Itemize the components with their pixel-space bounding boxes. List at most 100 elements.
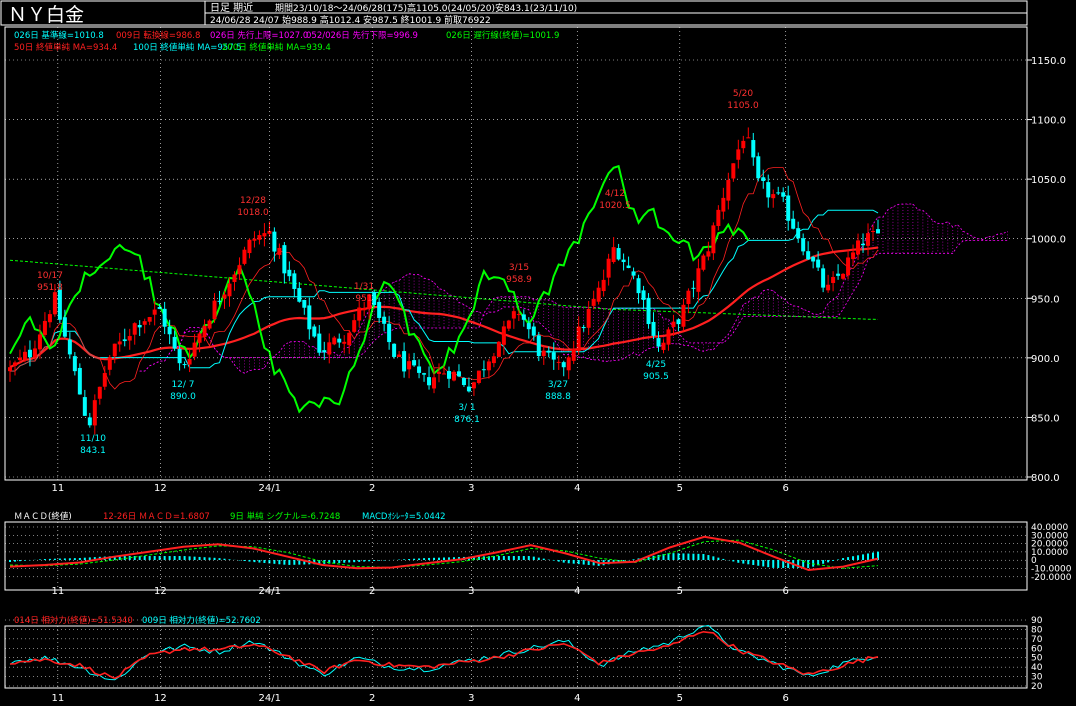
candle-body [551,352,556,360]
candle-body [541,350,546,357]
stats-line-1: 期間23/10/18～24/06/28(175)高1105.0(24/05/20… [275,2,577,14]
candle-body [511,311,516,319]
candle-body [646,297,651,325]
candle-body [866,233,871,246]
candle-body [481,369,486,371]
candle-body [142,321,147,325]
candle-body [172,336,177,349]
candle-body [147,317,152,322]
candle-body [62,317,67,337]
candle-body [456,371,461,377]
candle-body [606,258,611,278]
legend-item: 009日 転換線=986.8 [116,30,200,41]
extreme-date-label: 3/15 [509,263,529,273]
x-tick-label: 3 [468,483,474,494]
candle-body [531,326,536,336]
candle-body [731,163,736,179]
candle-body [446,371,451,379]
x-tick-label: 5 [677,586,683,597]
candle-body [387,323,392,343]
candle-body [52,292,57,315]
candle-body [307,305,312,330]
legend-item: 026日 先行上限=1027.0 [210,30,308,41]
candle-body [402,351,407,372]
rsi-legend-item: 009日 相対力(終値)=52.7602 [142,615,261,626]
candle-body [277,247,282,255]
candle-body [746,137,751,139]
rsi14-line [9,630,879,680]
candle-body [422,373,427,375]
candle-body [262,233,267,237]
candle-body [821,268,826,288]
candle-body [392,343,397,357]
candle-body [776,192,781,194]
candle-body [382,316,387,324]
x-tick-label: 6 [783,693,789,704]
indicator-legend: 026日 基準線=1010.8 009日 転換線=986.8 026日 先行上限=1… [14,30,559,53]
candle-body [197,333,202,343]
extreme-date-label: 3/ 1 [458,403,475,413]
y-tick-label: -20.0000 [1031,573,1072,583]
candle-body [372,292,377,305]
candle-body [112,343,117,357]
candle-body [716,209,721,226]
candle-body [496,341,501,357]
candle-body [222,294,227,299]
candle-body [247,239,252,254]
y-tick-label: 800.0 [1031,473,1060,484]
candle-body [631,271,636,276]
candle-body [751,140,756,158]
candle-body [167,326,172,335]
candle-body [182,364,187,366]
candle-body [556,361,561,363]
candle-body [282,245,287,274]
candle-body [12,362,17,366]
x-tick-label: 11 [51,586,64,597]
extreme-date-label: 1/31 [354,282,374,292]
x-tick-label: 11 [51,693,64,704]
candle-body [626,265,631,269]
x-tick-label: 24/1 [258,483,280,494]
tenkan-line [10,167,879,390]
candle-body [252,238,257,241]
macd-legend: ＭＡＣＤ(終値) 12-26日 ＭＡＣＤ=1.6807 9日 単純 シグナル=-6.… [14,511,446,522]
candle-body [581,327,586,329]
candle-body [67,339,72,355]
y-tick-label: 950.0 [1031,294,1060,305]
candle-body [302,299,307,308]
legend-item: 026日 遅行線(終値)=1001.9 [446,30,559,41]
extreme-value-label: 1020.5 [599,201,631,211]
legend-item: 026日 基準線=1010.8 [14,30,104,41]
candle-body [661,342,666,350]
candle-body [292,273,297,289]
candle-body [681,304,686,327]
x-tick-label: 2 [369,483,375,494]
rsi-legend-item: 014日 相対力(終値)=51.5340 [14,615,133,626]
extreme-value-label: 1018.0 [237,208,269,218]
y-tick-label: 1150.0 [1031,56,1066,67]
candle-body [237,265,242,275]
candle-body [92,400,97,426]
candle-body [432,377,437,389]
candle-body [272,231,277,252]
candle-body [397,354,402,357]
candle-body [157,306,162,310]
x-tick-label: 12 [154,693,167,704]
y-tick-label: 850.0 [1031,413,1060,424]
candle-body [102,373,107,387]
extreme-date-label: 5/20 [733,89,753,99]
candle-body [641,290,646,300]
extreme-date-label: 4/12 [605,189,625,199]
extreme-value-label: 958.9 [506,275,532,285]
candle-body [701,255,706,270]
candle-body [257,235,262,240]
candle-body [312,326,317,337]
candle-body [466,386,471,392]
y-tick-label: 1000.0 [1031,235,1066,246]
extreme-value-label: 951 [355,294,372,304]
candle-body [706,251,711,257]
candle-body [801,238,806,252]
extreme-date-label: 3/27 [548,380,568,390]
candle-body [861,243,866,246]
x-tick-label: 6 [783,483,789,494]
